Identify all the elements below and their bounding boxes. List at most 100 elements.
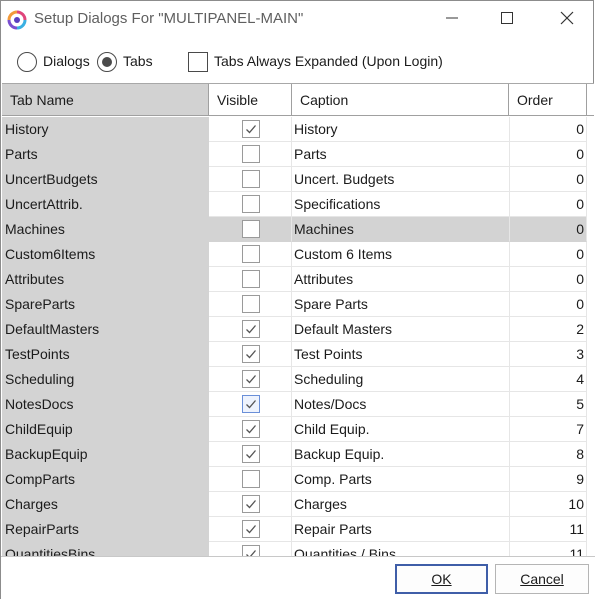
table-row[interactable]: RepairParts Repair Parts 11 bbox=[2, 517, 594, 542]
visible-checkbox[interactable] bbox=[242, 145, 260, 163]
caption-cell[interactable]: Machines bbox=[292, 217, 510, 242]
caption-cell[interactable]: History bbox=[292, 117, 510, 142]
order-cell[interactable]: 0 bbox=[510, 142, 587, 167]
caption-cell[interactable]: Parts bbox=[292, 142, 510, 167]
caption-cell[interactable]: Repair Parts bbox=[292, 517, 510, 542]
table-row[interactable]: Custom6Items Custom 6 Items 0 bbox=[2, 242, 594, 267]
column-header-tab-name[interactable]: Tab Name bbox=[2, 84, 209, 116]
visible-checkbox[interactable] bbox=[242, 245, 260, 263]
table-row[interactable]: UncertBudgets Uncert. Budgets 0 bbox=[2, 167, 594, 192]
tab-name-cell: Machines bbox=[2, 217, 209, 242]
table-row[interactable]: Machines Machines 0 bbox=[2, 217, 594, 242]
order-cell[interactable]: 0 bbox=[510, 292, 587, 317]
order-cell[interactable]: 10 bbox=[510, 492, 587, 517]
order-cell[interactable]: 11 bbox=[510, 517, 587, 542]
visible-checkbox[interactable] bbox=[242, 520, 260, 538]
visible-checkbox[interactable] bbox=[242, 445, 260, 463]
order-cell[interactable]: 2 bbox=[510, 317, 587, 342]
table-row[interactable]: UncertAttrib. Specifications 0 bbox=[2, 192, 594, 217]
table-row[interactable]: QuantitiesBins Quantities / Bins 11 bbox=[2, 542, 594, 557]
order-cell[interactable]: 7 bbox=[510, 417, 587, 442]
visible-checkbox[interactable] bbox=[242, 220, 260, 238]
caption-cell[interactable]: Comp. Parts bbox=[292, 467, 510, 492]
table-row[interactable]: History History 0 bbox=[2, 117, 594, 142]
ok-button[interactable]: OK bbox=[395, 564, 488, 594]
order-cell[interactable]: 4 bbox=[510, 367, 587, 392]
tabs-always-expanded-checkbox[interactable] bbox=[188, 52, 208, 72]
order-cell[interactable]: 0 bbox=[510, 167, 587, 192]
order-cell[interactable]: 11 bbox=[510, 542, 587, 557]
visible-checkbox[interactable] bbox=[242, 320, 260, 338]
visible-checkbox[interactable] bbox=[242, 495, 260, 513]
table-row[interactable]: Parts Parts 0 bbox=[2, 142, 594, 167]
caption-cell[interactable]: Attributes bbox=[292, 267, 510, 292]
table-row[interactable]: DefaultMasters Default Masters 2 bbox=[2, 317, 594, 342]
order-cell[interactable]: 0 bbox=[510, 267, 587, 292]
caption-cell[interactable]: Uncert. Budgets bbox=[292, 167, 510, 192]
caption-cell[interactable]: Backup Equip. bbox=[292, 442, 510, 467]
visible-cell bbox=[209, 417, 292, 442]
tab-name-cell: Parts bbox=[2, 142, 209, 167]
visible-checkbox[interactable] bbox=[242, 420, 260, 438]
table-row[interactable]: ChildEquip Child Equip. 7 bbox=[2, 417, 594, 442]
column-header-caption[interactable]: Caption bbox=[292, 84, 509, 116]
tab-name-cell: SpareParts bbox=[2, 292, 209, 317]
order-cell[interactable]: 9 bbox=[510, 467, 587, 492]
visible-checkbox[interactable] bbox=[242, 470, 260, 488]
visible-checkbox[interactable] bbox=[242, 345, 260, 363]
tab-name-cell: QuantitiesBins bbox=[2, 542, 209, 557]
table-row[interactable]: Attributes Attributes 0 bbox=[2, 267, 594, 292]
tab-name-cell: History bbox=[2, 117, 209, 142]
minimize-icon bbox=[446, 11, 458, 27]
table-row[interactable]: CompParts Comp. Parts 9 bbox=[2, 467, 594, 492]
caption-cell[interactable]: Scheduling bbox=[292, 367, 510, 392]
caption-cell[interactable]: Specifications bbox=[292, 192, 510, 217]
order-cell[interactable]: 0 bbox=[510, 192, 587, 217]
table-row[interactable]: SpareParts Spare Parts 0 bbox=[2, 292, 594, 317]
cancel-button[interactable]: Cancel bbox=[495, 564, 589, 594]
caption-cell[interactable]: Test Points bbox=[292, 342, 510, 367]
minimize-button[interactable] bbox=[429, 3, 475, 35]
order-cell[interactable]: 0 bbox=[510, 242, 587, 267]
caption-cell[interactable]: Quantities / Bins bbox=[292, 542, 510, 557]
caption-cell[interactable]: Child Equip. bbox=[292, 417, 510, 442]
visible-checkbox[interactable] bbox=[242, 195, 260, 213]
visible-checkbox[interactable] bbox=[242, 370, 260, 388]
tab-name-cell: Scheduling bbox=[2, 367, 209, 392]
table-row[interactable]: BackupEquip Backup Equip. 8 bbox=[2, 442, 594, 467]
order-cell[interactable]: 3 bbox=[510, 342, 587, 367]
caption-cell[interactable]: Charges bbox=[292, 492, 510, 517]
caption-cell[interactable]: Spare Parts bbox=[292, 292, 510, 317]
order-cell[interactable]: 0 bbox=[510, 117, 587, 142]
maximize-button[interactable] bbox=[484, 3, 530, 35]
column-header-visible[interactable]: Visible bbox=[209, 84, 292, 116]
dialog-footer: OK Cancel bbox=[1, 556, 595, 601]
close-button[interactable] bbox=[544, 3, 590, 35]
tabs-always-expanded-label[interactable]: Tabs Always Expanded (Upon Login) bbox=[214, 53, 443, 69]
tabs-radio[interactable] bbox=[97, 52, 117, 72]
dialogs-radio-label[interactable]: Dialogs bbox=[43, 53, 90, 69]
tab-name-cell: BackupEquip bbox=[2, 442, 209, 467]
table-row[interactable]: TestPoints Test Points 3 bbox=[2, 342, 594, 367]
table-row[interactable]: NotesDocs Notes/Docs 5 bbox=[2, 392, 594, 417]
visible-cell bbox=[209, 217, 292, 242]
column-header-order[interactable]: Order bbox=[509, 84, 587, 116]
caption-cell[interactable]: Custom 6 Items bbox=[292, 242, 510, 267]
visible-checkbox[interactable] bbox=[242, 295, 260, 313]
table-row[interactable]: Scheduling Scheduling 4 bbox=[2, 367, 594, 392]
tab-name-cell: Custom6Items bbox=[2, 242, 209, 267]
order-cell[interactable]: 8 bbox=[510, 442, 587, 467]
visible-checkbox[interactable] bbox=[242, 170, 260, 188]
maximize-icon bbox=[501, 11, 513, 27]
visible-checkbox[interactable] bbox=[242, 270, 260, 288]
visible-checkbox[interactable] bbox=[242, 120, 260, 138]
order-cell[interactable]: 5 bbox=[510, 392, 587, 417]
order-cell[interactable]: 0 bbox=[510, 217, 587, 242]
tabs-radio-label[interactable]: Tabs bbox=[123, 53, 153, 69]
caption-cell[interactable]: Notes/Docs bbox=[292, 392, 510, 417]
table-row[interactable]: Charges Charges 10 bbox=[2, 492, 594, 517]
caption-cell[interactable]: Default Masters bbox=[292, 317, 510, 342]
tabs-grid: Tab Name Visible Caption Order History Hi… bbox=[2, 83, 594, 557]
dialogs-radio[interactable] bbox=[17, 52, 37, 72]
visible-checkbox[interactable] bbox=[242, 395, 260, 413]
